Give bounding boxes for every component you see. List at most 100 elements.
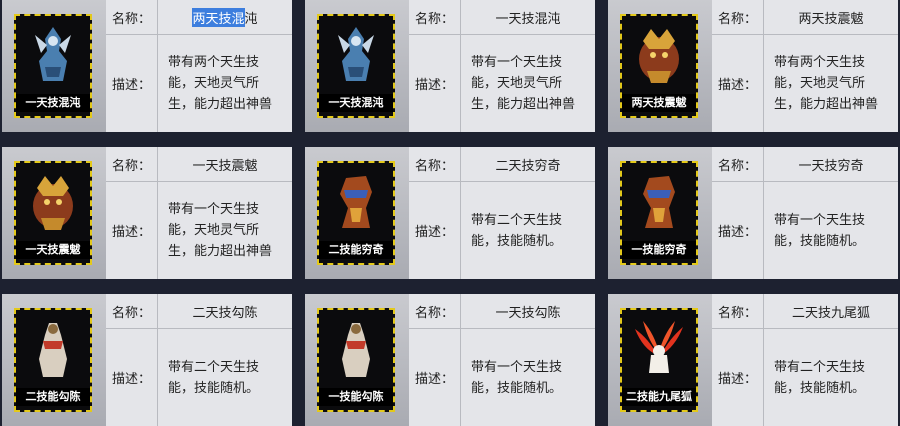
desc-row: 描述： 带有一个天生技能，技能随机。: [712, 182, 898, 279]
desc-label: 描述：: [106, 35, 158, 132]
name-value[interactable]: 一天技勾陈: [461, 294, 595, 328]
qiongqi-beast-icon: [626, 167, 692, 237]
desc-label: 描述：: [712, 182, 764, 279]
pet-card: 二技能九尾狐 名称： 二天技九尾狐 描述： 带有二个天生技能，技能随机。: [608, 294, 898, 426]
name-text: 沌: [244, 11, 258, 27]
name-label: 名称：: [409, 147, 461, 181]
pet-image-frame[interactable]: 二技能九尾狐: [620, 308, 698, 412]
name-row: 名称： 一天技穷奇: [712, 147, 898, 182]
name-row: 名称： 一天技混沌: [409, 0, 595, 35]
pet-caption: 二技能穷奇: [319, 241, 393, 259]
name-row: 名称： 二天技勾陈: [106, 294, 292, 329]
selected-text[interactable]: 两天技混: [192, 7, 245, 27]
gouchen-beast-icon: [323, 314, 389, 384]
name-text: 一天技勾陈: [495, 305, 561, 321]
desc-row: 描述： 带有二个天生技能，技能随机。: [409, 182, 595, 279]
desc-row: 描述： 带有两个天生技能，天地灵气所生，能力超出神兽: [712, 35, 898, 132]
name-row: 名称： 一天技勾陈: [409, 294, 595, 329]
gouchen-beast-icon: [20, 314, 86, 384]
name-row: 名称： 两天技混沌: [106, 0, 292, 35]
name-text: 二天技勾陈: [192, 305, 258, 321]
pet-image-frame[interactable]: 二技能勾陈: [14, 308, 92, 412]
pet-thumbnail: 二技能勾陈: [2, 294, 106, 426]
name-label: 名称：: [106, 0, 158, 34]
name-value[interactable]: 两天技混沌: [158, 0, 292, 34]
desc-label: 描述：: [106, 329, 158, 426]
desc-label: 描述：: [712, 35, 764, 132]
name-label: 名称：: [712, 147, 764, 181]
name-value[interactable]: 两天技震魃: [764, 0, 898, 34]
ninetail-fox-icon: [626, 314, 692, 384]
name-value[interactable]: 一天技混沌: [461, 0, 595, 34]
pet-card: 二技能穷奇 名称： 二天技穷奇 描述： 带有二个天生技能，技能随机。: [305, 147, 595, 279]
name-text: 一天技混沌: [495, 11, 561, 27]
pet-image-frame[interactable]: 一天技混沌: [317, 14, 395, 118]
name-value[interactable]: 一天技震魃: [158, 147, 292, 181]
desc-value: 带有两个天生技能，天地灵气所生，能力超出神兽: [168, 55, 273, 112]
desc-value: 带有一个天生技能，天地灵气所生，能力超出神兽: [471, 55, 576, 112]
name-row: 名称： 二天技九尾狐: [712, 294, 898, 329]
name-value[interactable]: 二天技九尾狐: [764, 294, 898, 328]
pet-card: 一天技混沌 名称： 一天技混沌 描述： 带有一个天生技能，天地灵气所生，能力超出…: [305, 0, 595, 132]
desc-value: 带有一个天生技能，天地灵气所生，能力超出神兽: [168, 202, 273, 259]
desc-label: 描述：: [712, 329, 764, 426]
desc-label: 描述：: [409, 329, 461, 426]
pet-image-frame[interactable]: 二技能穷奇: [317, 161, 395, 265]
desc-value: 带有一个天生技能，技能随机。: [471, 359, 563, 396]
name-value[interactable]: 二天技穷奇: [461, 147, 595, 181]
name-label: 名称：: [712, 294, 764, 328]
name-label: 名称：: [712, 0, 764, 34]
name-text: 一天技穷奇: [798, 158, 864, 174]
name-label: 名称：: [106, 147, 158, 181]
pet-image-frame[interactable]: 一技能勾陈: [317, 308, 395, 412]
pet-caption: 二技能勾陈: [16, 388, 90, 406]
name-label: 名称：: [409, 0, 461, 34]
pet-image-frame[interactable]: 两天技震魃: [620, 14, 698, 118]
pet-thumbnail: 一天技震魃: [2, 147, 106, 279]
pet-thumbnail: 一天技混沌: [2, 0, 106, 132]
pet-caption: 一技能勾陈: [319, 388, 393, 406]
pet-caption: 两天技震魃: [622, 94, 696, 112]
desc-value: 带有二个天生技能，技能随机。: [471, 212, 563, 249]
pet-thumbnail: 一技能勾陈: [305, 294, 409, 426]
pet-caption: 一天技混沌: [319, 94, 393, 112]
name-label: 名称：: [409, 294, 461, 328]
name-row: 名称： 二天技穷奇: [409, 147, 595, 182]
chaos-beast-icon: [20, 20, 86, 90]
desc-row: 描述： 带有一个天生技能，天地灵气所生，能力超出神兽: [409, 35, 595, 132]
desc-row: 描述： 带有二个天生技能，技能随机。: [712, 329, 898, 426]
pet-image-frame[interactable]: 一技能穷奇: [620, 161, 698, 265]
desc-label: 描述：: [409, 182, 461, 279]
pet-card: 一天技混沌 名称： 两天技混沌 描述： 带有两个天生技能，天地灵气所生，能力超出…: [2, 0, 292, 132]
zhenba-beast-icon: [626, 20, 692, 90]
name-value[interactable]: 二天技勾陈: [158, 294, 292, 328]
name-row: 名称： 两天技震魃: [712, 0, 898, 35]
pet-card: 一天技震魃 名称： 一天技震魃 描述： 带有一个天生技能，天地灵气所生，能力超出…: [2, 147, 292, 279]
name-text: 一天技震魃: [192, 158, 258, 174]
pet-card: 二技能勾陈 名称： 二天技勾陈 描述： 带有二个天生技能，技能随机。: [2, 294, 292, 426]
desc-label: 描述：: [409, 35, 461, 132]
pet-card: 两天技震魃 名称： 两天技震魃 描述： 带有两个天生技能，天地灵气所生，能力超出…: [608, 0, 898, 132]
pet-caption: 二技能九尾狐: [622, 388, 696, 406]
pet-thumbnail: 一天技混沌: [305, 0, 409, 132]
name-text: 二天技穷奇: [495, 158, 561, 174]
pet-card: 一技能勾陈 名称： 一天技勾陈 描述： 带有一个天生技能，技能随机。: [305, 294, 595, 426]
name-row: 名称： 一天技震魃: [106, 147, 292, 182]
desc-value: 带有二个天生技能，技能随机。: [168, 359, 260, 396]
name-value[interactable]: 一天技穷奇: [764, 147, 898, 181]
desc-value: 带有一个天生技能，技能随机。: [774, 212, 866, 249]
pet-image-frame[interactable]: 一天技震魃: [14, 161, 92, 265]
pet-thumbnail: 二技能穷奇: [305, 147, 409, 279]
desc-row: 描述： 带有一个天生技能，技能随机。: [409, 329, 595, 426]
zhenba-beast-icon: [20, 167, 86, 237]
name-label: 名称：: [106, 294, 158, 328]
desc-label: 描述：: [106, 182, 158, 279]
desc-row: 描述： 带有两个天生技能，天地灵气所生，能力超出神兽: [106, 35, 292, 132]
qiongqi-beast-icon: [323, 167, 389, 237]
pet-image-frame[interactable]: 一天技混沌: [14, 14, 92, 118]
desc-row: 描述： 带有一个天生技能，天地灵气所生，能力超出神兽: [106, 182, 292, 279]
desc-value: 带有二个天生技能，技能随机。: [774, 359, 866, 396]
pet-thumbnail: 一技能穷奇: [608, 147, 712, 279]
pet-thumbnail: 两天技震魃: [608, 0, 712, 132]
pet-caption: 一技能穷奇: [622, 241, 696, 259]
